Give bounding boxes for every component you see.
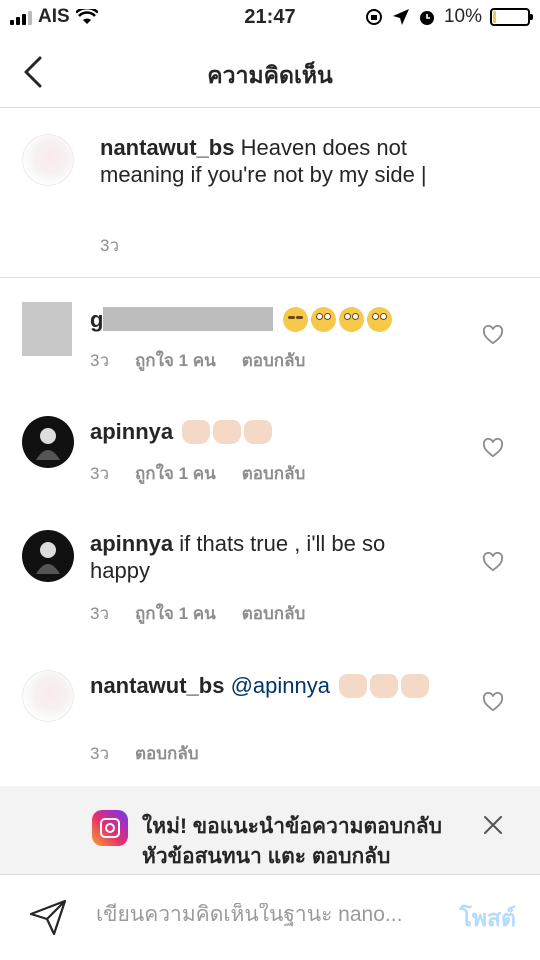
rolling-eyes-face-icon bbox=[310, 307, 336, 332]
battery-fill bbox=[493, 11, 496, 23]
page-title: ความคิดเห็น bbox=[207, 62, 333, 88]
oncoming-fist-icon bbox=[182, 420, 211, 444]
likes-count[interactable]: ถูกใจ 1 คน bbox=[135, 347, 216, 374]
avatar-figure bbox=[36, 428, 60, 460]
comment-text: g bbox=[90, 306, 470, 333]
mention-link[interactable]: @apinnya bbox=[231, 673, 330, 698]
avatar[interactable] bbox=[22, 302, 72, 356]
post-caption: nantawut_bs Heaven does not meaning if y… bbox=[0, 108, 540, 278]
comment-meta: 3ว ถูกใจ 1 คน ตอบกลับ bbox=[90, 600, 305, 627]
timestamp: 3ว bbox=[90, 604, 110, 623]
avatar[interactable] bbox=[22, 530, 74, 582]
reply-button[interactable]: ตอบกลับ bbox=[242, 600, 306, 627]
battery-percent: 10% bbox=[443, 6, 482, 27]
oncoming-fist-icon bbox=[213, 420, 242, 444]
battery-icon bbox=[490, 8, 533, 26]
banner-text: ใหม่! ขอแนะนำข้อความตอบกลับหัวข้อสนทนา แ… bbox=[142, 815, 442, 868]
send-icon[interactable] bbox=[28, 897, 68, 937]
reply-button[interactable]: ตอบกลับ bbox=[242, 460, 306, 487]
comment-text: apinnya if thats true , i'll be so happy bbox=[90, 530, 450, 584]
oncoming-fist-icon bbox=[370, 674, 399, 698]
comment-input[interactable] bbox=[96, 903, 426, 927]
comment-username[interactable]: g bbox=[90, 307, 103, 332]
timestamp: 3ว bbox=[100, 236, 120, 255]
caption-text: nantawut_bs Heaven does not meaning if y… bbox=[100, 134, 460, 188]
comment-username[interactable]: apinnya bbox=[90, 419, 173, 444]
location-icon bbox=[392, 9, 409, 25]
close-icon[interactable] bbox=[482, 814, 504, 836]
timestamp: 3ว bbox=[90, 744, 110, 763]
rolling-eyes-face-icon bbox=[366, 307, 392, 332]
threaded-replies-banner: ใหม่! ขอแนะนำข้อความตอบกลับหัวข้อสนทนา แ… bbox=[0, 786, 540, 874]
avatar[interactable] bbox=[22, 670, 74, 722]
redacted-block bbox=[103, 307, 274, 331]
comment-text: nantawut_bs @apinnya bbox=[90, 672, 450, 699]
reply-button[interactable]: ตอบกลับ bbox=[242, 347, 306, 374]
likes-count[interactable]: ถูกใจ 1 คน bbox=[135, 460, 216, 487]
heart-icon[interactable] bbox=[482, 692, 504, 712]
timestamp: 3ว bbox=[90, 464, 110, 483]
alarm-icon bbox=[419, 11, 434, 25]
status-icons: 10% bbox=[364, 6, 533, 28]
comment-username[interactable]: apinnya bbox=[90, 531, 173, 556]
oncoming-fist-icon bbox=[339, 674, 368, 698]
avatar[interactable] bbox=[22, 134, 74, 186]
comment-meta: 3ว ถูกใจ 1 คน ตอบกลับ bbox=[90, 460, 305, 487]
unamused-face-icon bbox=[282, 307, 308, 332]
rolling-eyes-face-icon bbox=[338, 307, 364, 332]
comment-meta: 3ว ถูกใจ 1 คน ตอบกลับ bbox=[90, 347, 305, 374]
comment-meta: 3ว ตอบกลับ bbox=[90, 740, 199, 767]
oncoming-fist-icon bbox=[401, 674, 430, 698]
comment-text: apinnya bbox=[90, 418, 470, 445]
oncoming-fist-icon bbox=[244, 420, 273, 444]
nav-bar: ความคิดเห็น bbox=[0, 36, 540, 108]
post-button[interactable]: โพสต์ bbox=[460, 901, 517, 937]
timestamp: 3ว bbox=[90, 351, 110, 370]
comment-composer: โพสต์ bbox=[0, 874, 540, 960]
heart-icon[interactable] bbox=[482, 438, 504, 458]
status-bar: AIS 21:47 10% bbox=[0, 0, 540, 36]
reply-button[interactable]: ตอบกลับ bbox=[135, 740, 199, 767]
avatar-figure bbox=[36, 542, 60, 574]
heart-icon[interactable] bbox=[482, 552, 504, 572]
avatar[interactable] bbox=[22, 416, 74, 468]
caption-meta: 3ว bbox=[100, 232, 119, 259]
caption-username[interactable]: nantawut_bs bbox=[100, 135, 234, 160]
instagram-icon bbox=[92, 810, 128, 846]
heart-icon[interactable] bbox=[482, 325, 504, 345]
likes-count[interactable]: ถูกใจ 1 คน bbox=[135, 600, 216, 627]
rotation-lock-icon bbox=[365, 9, 382, 25]
comment-username[interactable]: nantawut_bs bbox=[90, 673, 224, 698]
